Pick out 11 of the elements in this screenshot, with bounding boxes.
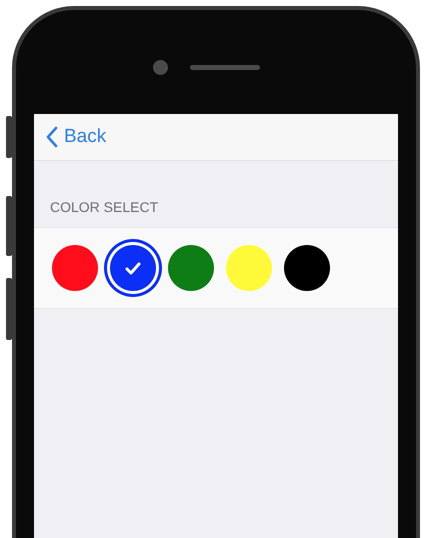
color-swatch[interactable] — [110, 245, 156, 291]
camera-icon — [152, 60, 168, 74]
speaker-grille — [190, 64, 260, 70]
section-header: COLOR SELECT — [50, 199, 158, 215]
color-swatch[interactable] — [226, 245, 272, 291]
color-swatch[interactable] — [52, 245, 98, 291]
checkmark-icon — [125, 262, 141, 274]
color-swatch[interactable] — [284, 245, 330, 291]
back-button[interactable]: Back — [42, 124, 110, 150]
chevron-left-icon — [46, 126, 58, 148]
color-swatch[interactable] — [168, 245, 214, 291]
